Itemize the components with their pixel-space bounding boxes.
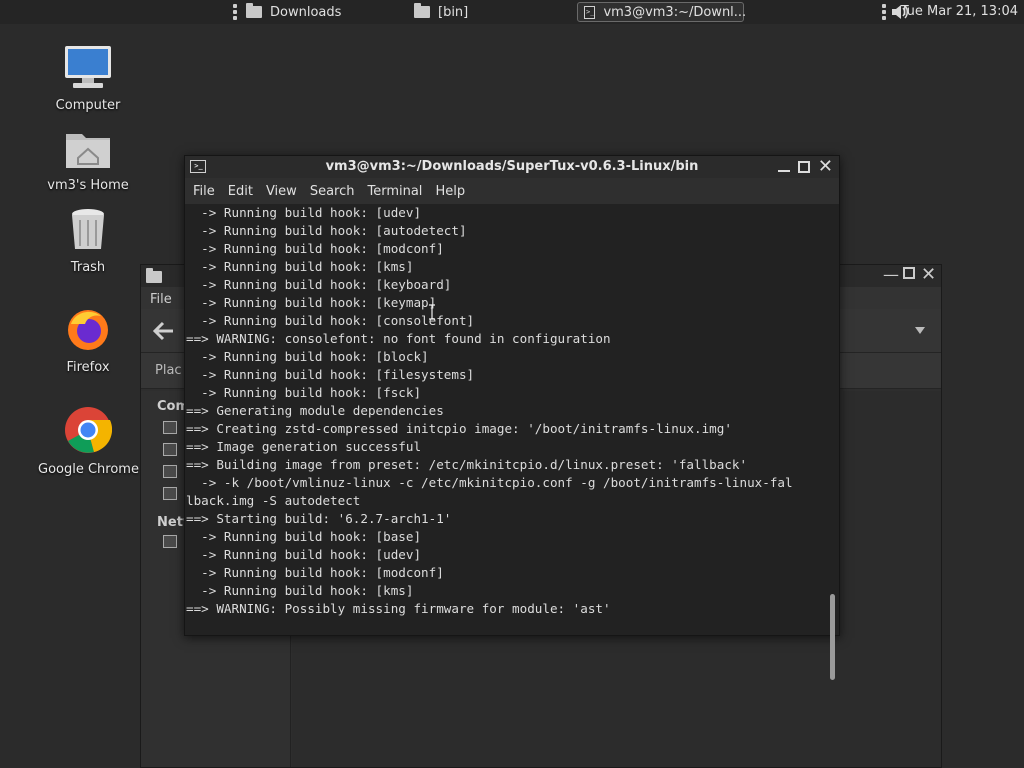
panel-handle-icon[interactable]	[882, 4, 886, 20]
terminal-line: -> Running build hook: [autodetect]	[186, 223, 467, 238]
clock[interactable]: Tue Mar 21, 13:04	[901, 4, 1018, 19]
terminal-scrollbar[interactable]	[825, 204, 839, 680]
firefox-icon	[68, 310, 108, 350]
top-panel: Downloads [bin] >_ vm3@vm3:~/Downl... Tu…	[0, 0, 1024, 24]
trash-icon	[72, 209, 104, 249]
chevron-down-icon[interactable]	[915, 327, 925, 334]
terminal-line: -> Running build hook: [kms]	[186, 583, 414, 598]
maximize-button[interactable]	[797, 161, 810, 173]
window-title: vm3@vm3:~/Downloads/SuperTux-v0.6.3-Linu…	[325, 159, 699, 174]
terminal-line: ==> Image generation successful	[186, 439, 422, 454]
desktop-icon-chrome[interactable]: Google Chrome	[38, 406, 139, 477]
desktop-icon-label: Firefox	[66, 360, 110, 375]
back-arrow-icon[interactable]	[153, 321, 175, 341]
taskbar-item-terminal[interactable]: >_ vm3@vm3:~/Downl...	[577, 2, 747, 22]
terminal-line: -> Running build hook: [modconf]	[186, 241, 444, 256]
terminal-line: ==> Generating module dependencies	[186, 403, 444, 418]
taskbar-item-downloads[interactable]: Downloads	[240, 2, 347, 22]
terminal-window[interactable]: >_ vm3@vm3:~/Downloads/SuperTux-v0.6.3-L…	[184, 155, 840, 680]
trash-small-icon[interactable]	[163, 487, 177, 500]
computer-icon	[65, 46, 111, 88]
terminal-line: -> Running build hook: [base]	[186, 529, 422, 544]
scrollbar-thumb[interactable]	[830, 594, 835, 680]
desktop-icon-label: vm3's Home	[47, 178, 129, 193]
menu-search[interactable]: Search	[310, 184, 355, 199]
terminal-line: ==> Starting build: '6.2.7-arch1-1'	[186, 511, 452, 526]
desktop-icon-trash[interactable]: Trash	[38, 206, 138, 275]
terminal-menubar: File Edit View Search Terminal Help	[185, 178, 839, 204]
home-icon[interactable]	[163, 421, 177, 434]
desktop-icon-label: Trash	[70, 260, 106, 275]
terminal-icon: >_	[190, 160, 206, 173]
terminal-icon: >_	[584, 5, 596, 19]
sidebar-section-computer: Com	[157, 399, 190, 414]
terminal-line: -> Running build hook: [keymap]	[186, 295, 437, 310]
folder-icon	[146, 268, 162, 283]
taskbar-item-bin[interactable]: [bin]	[408, 2, 474, 22]
terminal-line: lback.img -S autodetect	[186, 493, 361, 508]
terminal-line: -> Running build hook: [keyboard]	[186, 277, 452, 292]
maximize-button[interactable]	[903, 267, 915, 279]
terminal-line: ==> Creating zstd-compressed initcpio im…	[186, 421, 732, 436]
taskbar-item-label: vm3@vm3:~/Downl...	[603, 4, 747, 20]
terminal-line: -> Running build hook: [fsck]	[186, 385, 422, 400]
menu-terminal[interactable]: Terminal	[367, 184, 422, 199]
terminal-line: -> Running build hook: [kms]	[186, 259, 414, 274]
terminal-line: ==> WARNING: Possibly missing firmware f…	[186, 601, 611, 616]
menu-edit[interactable]: Edit	[228, 184, 253, 199]
terminal-line: -> Running build hook: [block]	[186, 349, 429, 364]
panel-handle-icon[interactable]	[233, 4, 237, 20]
menu-file[interactable]: File	[150, 292, 172, 307]
terminal-line: -> Running build hook: [modconf]	[186, 565, 444, 580]
minimize-button[interactable]	[777, 170, 790, 172]
home-folder-icon	[66, 134, 110, 168]
desktop-icon-computer[interactable]: Computer	[38, 44, 138, 113]
terminal-line: -> Running build hook: [udev]	[186, 547, 422, 562]
menu-view[interactable]: View	[266, 184, 297, 199]
terminal-line: ==> WARNING: consolefont: no font found …	[186, 331, 611, 346]
chrome-icon	[65, 407, 113, 453]
menu-help[interactable]: Help	[435, 184, 465, 199]
close-button[interactable]: ✕	[921, 264, 936, 285]
taskbar-item-label: Downloads	[270, 4, 342, 20]
taskbar-item-label: [bin]	[438, 4, 469, 20]
drive-icon[interactable]	[163, 465, 177, 478]
minimize-button[interactable]: —	[883, 265, 899, 284]
terminal-line: -> Running build hook: [udev]	[186, 205, 422, 220]
terminal-line: -> Running build hook: [consolefont]	[186, 313, 475, 328]
terminal-output[interactable]: -> Running build hook: [udev] -> Running…	[185, 204, 825, 635]
terminal-line: -> -k /boot/vmlinuz-linux -c /etc/mkinit…	[186, 475, 793, 490]
terminal-titlebar[interactable]: >_ vm3@vm3:~/Downloads/SuperTux-v0.6.3-L…	[185, 156, 839, 178]
terminal-line: ==> Building image from preset: /etc/mki…	[186, 457, 748, 472]
terminal-line: -> Running build hook: [filesystems]	[186, 367, 475, 382]
menu-file[interactable]: File	[193, 184, 215, 199]
desktop-folder-icon[interactable]	[163, 443, 177, 456]
desktop-icon-label: Computer	[55, 98, 121, 113]
network-icon[interactable]	[163, 535, 177, 548]
folder-icon	[414, 3, 430, 18]
desktop-icon-label: Google Chrome	[38, 462, 139, 477]
close-button[interactable]: ✕	[818, 158, 833, 176]
folder-icon	[246, 3, 262, 18]
text-cursor-icon	[429, 304, 435, 320]
desktop-icon-firefox[interactable]: Firefox	[38, 306, 138, 375]
places-label: Plac	[155, 363, 182, 378]
desktop-icon-home[interactable]: vm3's Home	[38, 128, 138, 193]
